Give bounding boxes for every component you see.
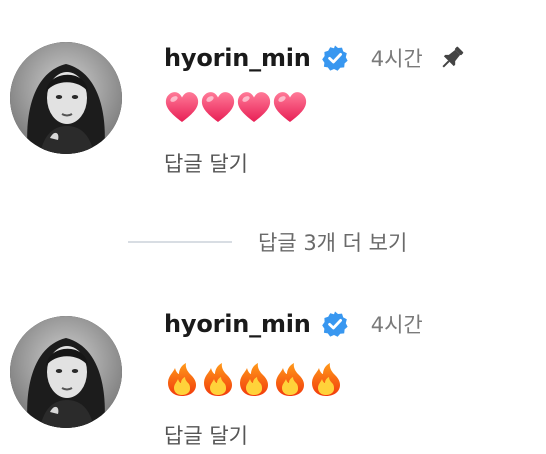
avatar[interactable] xyxy=(10,42,122,154)
red-heart-emoji xyxy=(273,92,307,122)
reply-button[interactable]: 답글 달기 xyxy=(164,148,248,178)
username[interactable]: hyorin_min xyxy=(164,44,311,72)
pin-icon xyxy=(437,43,467,73)
comment-timestamp: 4시간 xyxy=(370,313,423,337)
reply-button[interactable]: 답글 달기 xyxy=(164,420,248,450)
red-heart-emoji xyxy=(165,92,199,122)
fire-emoji xyxy=(312,363,340,396)
fire-emoji xyxy=(204,363,232,396)
verified-badge-icon xyxy=(321,310,349,338)
comment-timestamp: 4시간 xyxy=(370,47,423,71)
comment-item: hyorin_min 4시간 답글 달기 xyxy=(0,302,546,452)
avatar-photo xyxy=(10,42,122,154)
comment-header: hyorin_min 4시간 xyxy=(164,36,467,80)
fire-emoji xyxy=(276,363,304,396)
view-replies-button[interactable]: 답글 3개 더 보기 xyxy=(128,224,407,260)
avatar[interactable] xyxy=(10,316,122,428)
view-replies-label[interactable]: 답글 3개 더 보기 xyxy=(258,227,407,257)
verified-badge-icon xyxy=(321,44,349,72)
red-heart-emoji xyxy=(201,92,235,122)
fire-emoji xyxy=(240,363,268,396)
comment-item: hyorin_min 4시간 답글 달기 xyxy=(0,34,546,194)
username[interactable]: hyorin_min xyxy=(164,310,311,338)
red-heart-emoji xyxy=(237,92,271,122)
comment-header: hyorin_min 4시간 xyxy=(164,302,423,346)
fire-emoji xyxy=(168,363,196,396)
avatar-photo xyxy=(10,316,122,428)
comment-text xyxy=(164,362,344,398)
comment-text xyxy=(164,90,308,126)
divider-line xyxy=(128,241,232,243)
